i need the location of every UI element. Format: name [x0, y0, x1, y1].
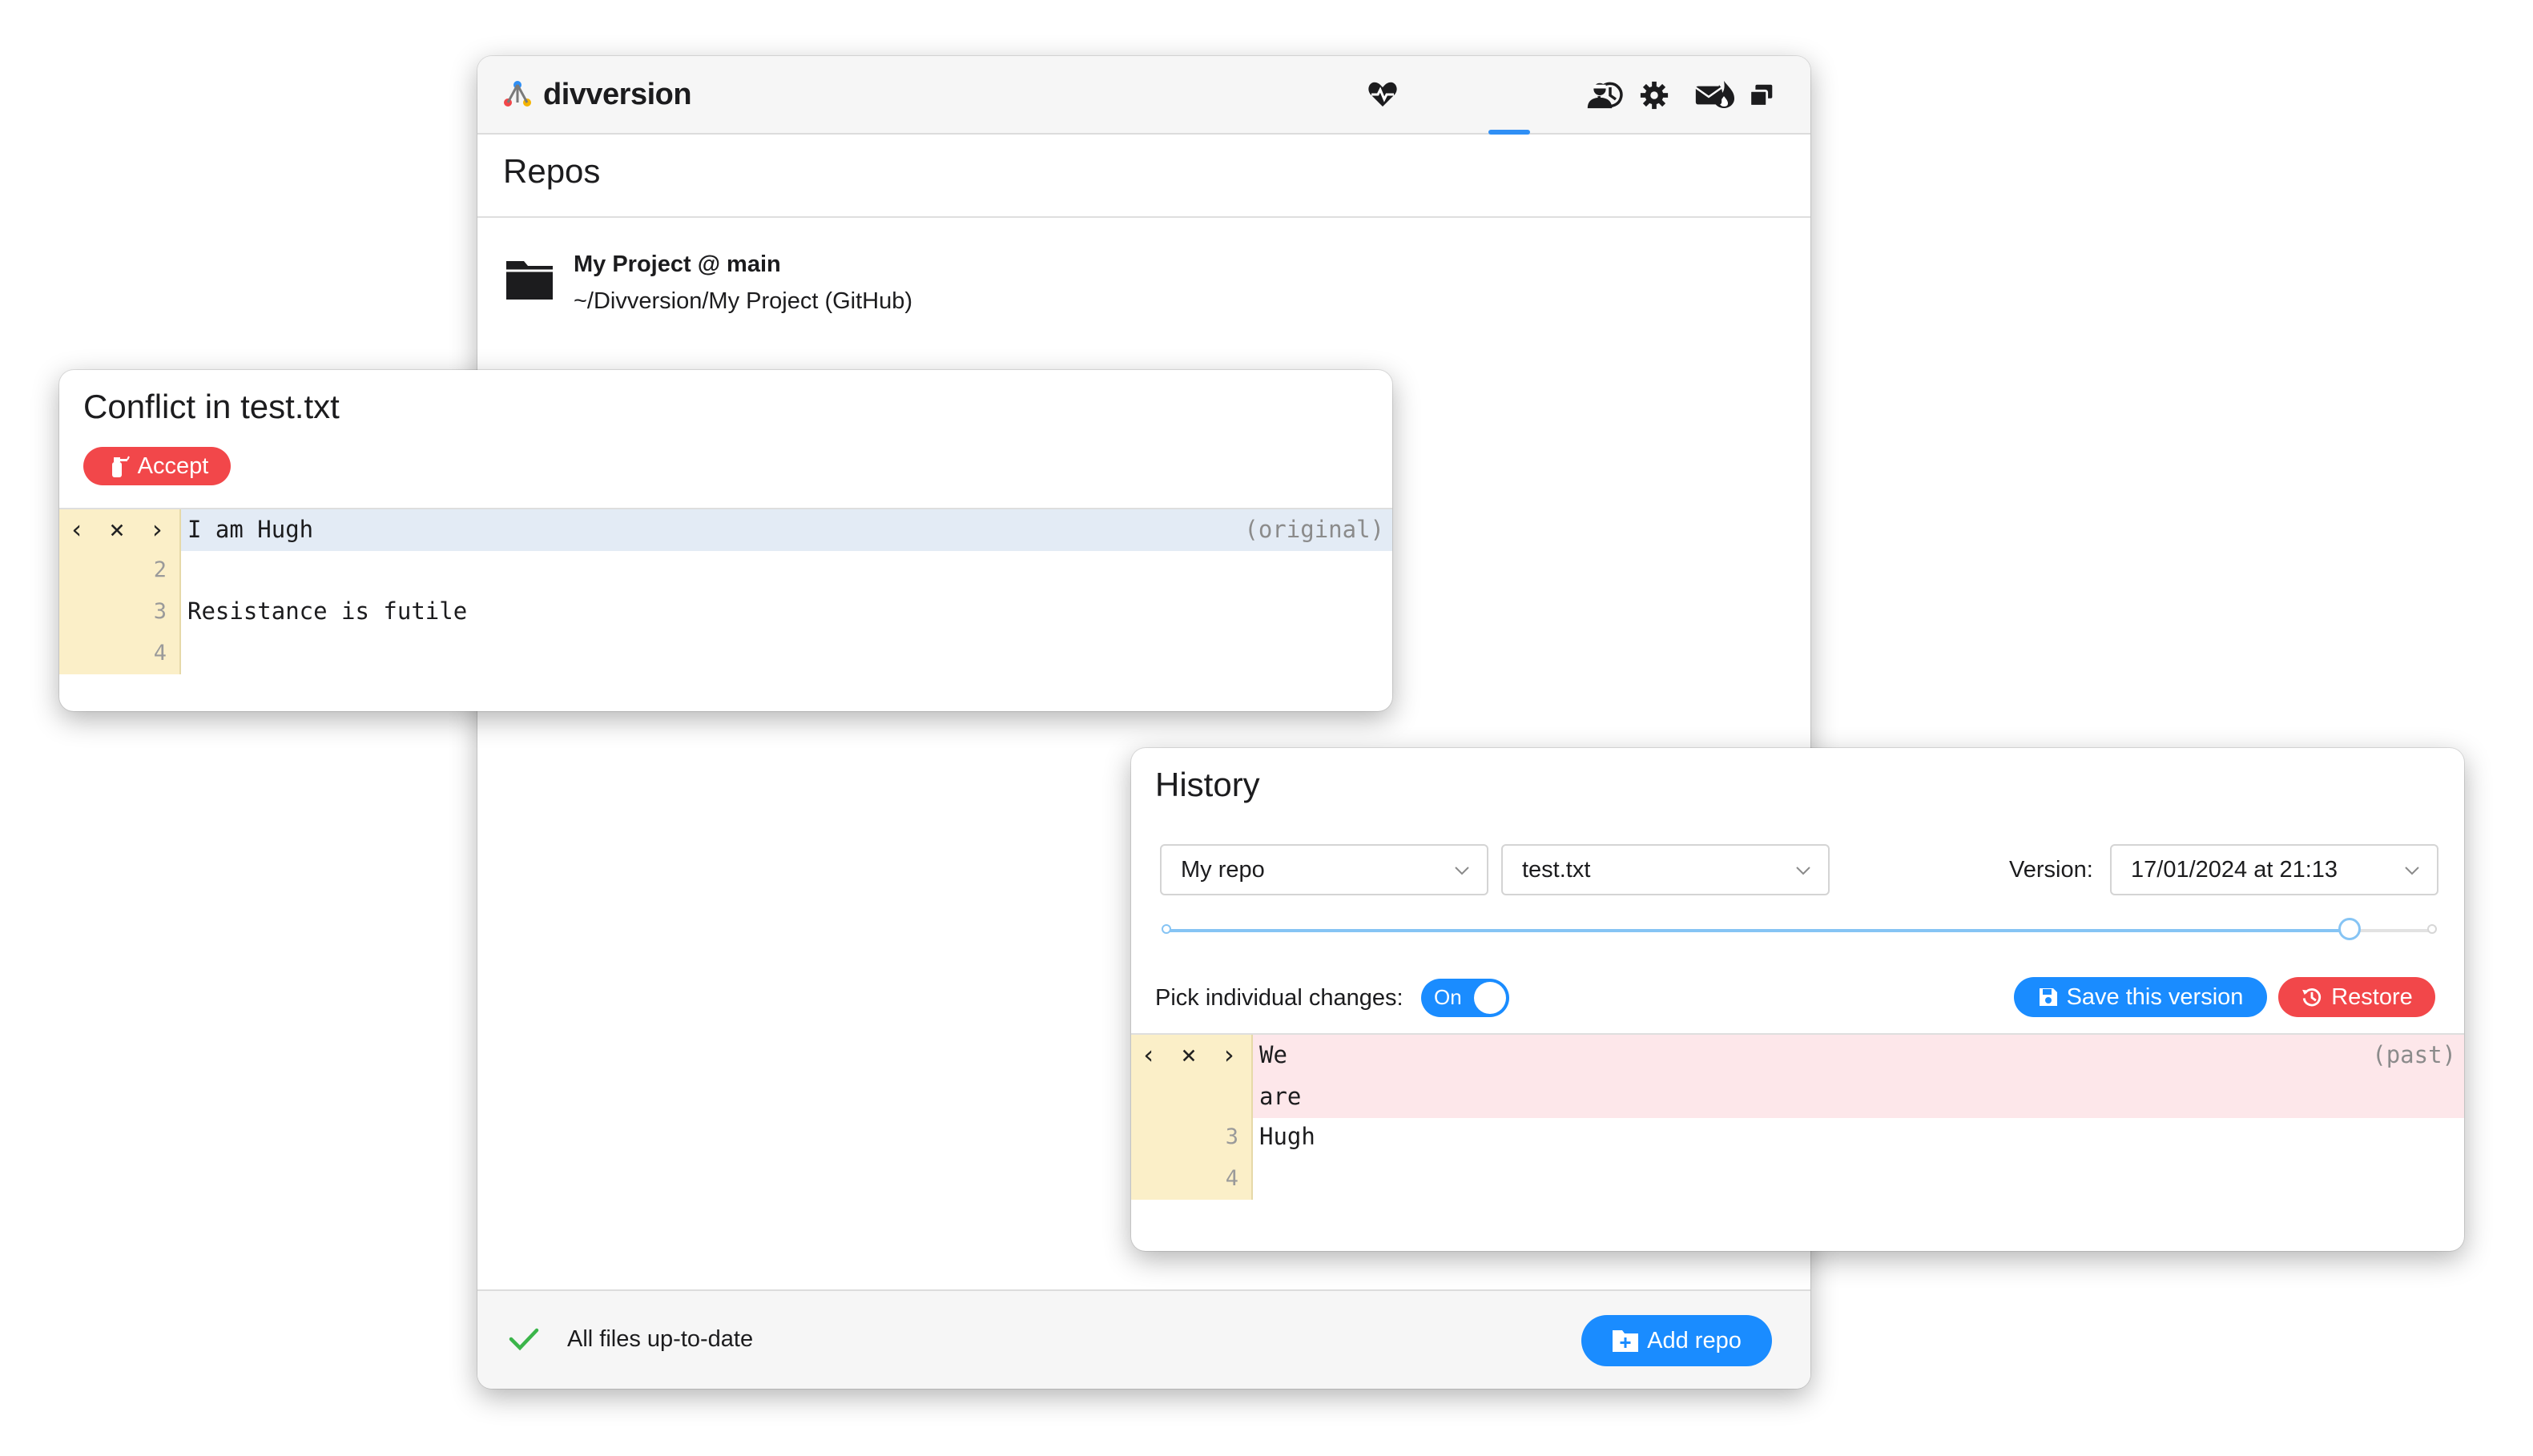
app-logo: divversion	[501, 77, 692, 112]
conflict-window: Conflict in test.txt Accept ‹ × › I am H…	[59, 370, 1392, 711]
chevron-down-icon	[2405, 867, 2419, 875]
take-right-button[interactable]: ›	[139, 514, 175, 545]
history-window: History My repo test.txt Version: 17/01/…	[1131, 748, 2464, 1251]
discard-button[interactable]: ×	[1171, 1040, 1206, 1070]
line-number: 2	[153, 557, 167, 582]
chevron-down-icon	[1455, 867, 1469, 875]
toggle-knob	[1474, 982, 1506, 1014]
removed-lines-highlight	[1253, 1035, 2464, 1118]
toggle-label: On	[1434, 985, 1462, 1009]
code-line: Hugh	[1259, 1123, 1315, 1150]
version-select[interactable]: 17/01/2024 at 21:13	[2110, 844, 2438, 895]
pick-changes-label: Pick individual changes:	[1155, 985, 1403, 1011]
restore-label: Restore	[2331, 983, 2413, 1010]
line-number: 3	[153, 599, 167, 624]
take-left-button[interactable]: ‹	[1131, 1040, 1166, 1070]
version-select-value: 17/01/2024 at 21:13	[2131, 856, 2338, 883]
page-title: Repos	[503, 152, 601, 190]
divider	[477, 216, 1810, 218]
version-slider-track[interactable]	[1162, 918, 2437, 940]
restore-button[interactable]: Restore	[2278, 977, 2435, 1017]
repo-select-value: My repo	[1181, 856, 1265, 883]
footer: All files up-to-date Add repo	[477, 1289, 1810, 1389]
history-diff: ‹ × › We (past) are 3 Hugh 4	[1131, 1035, 2464, 1251]
conflict-diff: ‹ × › I am Hugh (original) 2 3 Resistanc…	[59, 509, 1392, 711]
save-icon	[2039, 988, 2057, 1006]
fire-extinguisher-icon	[111, 456, 130, 477]
take-right-button[interactable]: ›	[1211, 1040, 1246, 1070]
chevron-down-icon	[1796, 867, 1810, 875]
accept-label: Accept	[137, 452, 209, 479]
add-repo-button[interactable]: Add repo	[1581, 1315, 1772, 1366]
line-number: 4	[1225, 1166, 1238, 1191]
code-line: are	[1259, 1083, 1302, 1110]
history-title: History	[1155, 766, 1260, 803]
add-repo-label: Add repo	[1647, 1327, 1742, 1353]
sync-status: All files up-to-date	[567, 1326, 754, 1352]
pick-changes-toggle[interactable]: On	[1421, 979, 1509, 1017]
slider-end-dot	[2427, 924, 2437, 934]
gear-icon[interactable]	[1634, 75, 1674, 115]
repo-item[interactable]: My Project @ main ~/Divversion/My Projec…	[505, 242, 1065, 330]
accept-button[interactable]: Accept	[83, 447, 231, 485]
logo-icon	[504, 81, 531, 107]
code-line: Resistance is futile	[187, 597, 468, 625]
repo-name: My Project @ main	[574, 251, 781, 277]
version-slider-handle[interactable]	[2338, 918, 2362, 940]
app-name: divversion	[543, 77, 692, 111]
line-tag: (past)	[2372, 1041, 2456, 1068]
line-number: 3	[1225, 1124, 1238, 1149]
heart-pulse-icon[interactable]	[1359, 74, 1407, 115]
discard-button[interactable]: ×	[99, 514, 135, 545]
save-version-button[interactable]: Save this version	[2014, 977, 2267, 1017]
folder-icon[interactable]	[1809, 74, 1810, 115]
line-tag: (original)	[1244, 516, 1384, 543]
add-folder-icon	[1613, 1330, 1639, 1352]
code-line: We	[1259, 1041, 1287, 1068]
version-slider-fill	[1166, 929, 2350, 932]
conflict-title: Conflict in test.txt	[83, 388, 340, 425]
highlight-line	[181, 509, 1392, 551]
windows-icon[interactable]	[1742, 75, 1782, 115]
repo-path: ~/Divversion/My Project (GitHub)	[574, 288, 913, 314]
restore-icon	[2302, 988, 2322, 1007]
mail-icon[interactable]	[1689, 75, 1729, 115]
file-select-value: test.txt	[1522, 856, 1591, 883]
save-version-label: Save this version	[2066, 983, 2244, 1010]
file-select[interactable]: test.txt	[1501, 844, 1830, 895]
code-line: I am Hugh	[187, 516, 314, 543]
take-left-button[interactable]: ‹	[59, 514, 95, 545]
user-icon[interactable]	[1580, 75, 1620, 115]
line-number: 4	[153, 641, 167, 666]
slider-start-dot	[1162, 924, 1171, 934]
repo-select[interactable]: My repo	[1160, 844, 1488, 895]
active-tab-indicator	[1488, 130, 1530, 135]
version-label: Version:	[2009, 857, 2093, 883]
folder-icon	[506, 261, 553, 300]
check-icon	[509, 1328, 539, 1351]
